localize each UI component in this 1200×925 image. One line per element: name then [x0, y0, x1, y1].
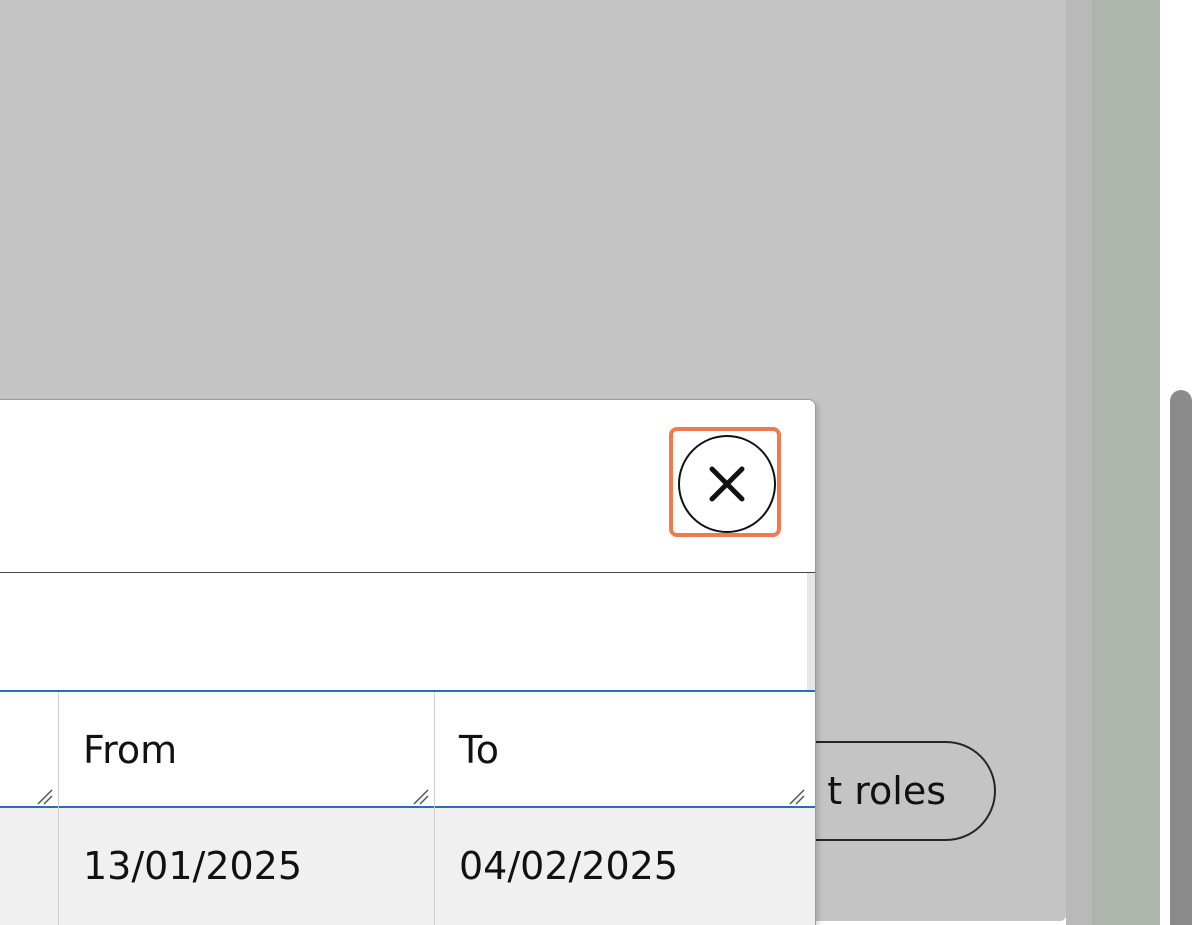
close-x-icon: [709, 466, 745, 502]
dialog-filter-area: [0, 573, 815, 690]
side-panel-strip: [1092, 0, 1160, 925]
screen: t roles From To 13/01/2025 04/02/2025: [0, 0, 1200, 925]
column-divider: [434, 692, 435, 808]
page-scrollbar-thumb[interactable]: [1170, 390, 1192, 925]
column-resize-grip-icon[interactable]: [788, 788, 806, 806]
column-resize-grip-icon[interactable]: [36, 788, 54, 806]
table-row[interactable]: 13/01/2025 04/02/2025: [0, 808, 815, 925]
column-resize-grip-icon[interactable]: [412, 788, 430, 806]
column-header-from[interactable]: From: [83, 728, 177, 772]
column-divider: [58, 692, 59, 808]
dialog: From To 13/01/2025 04/02/2025: [0, 399, 816, 925]
cell-from: 13/01/2025: [83, 844, 303, 888]
column-divider: [58, 808, 59, 925]
cell-to: 04/02/2025: [459, 844, 679, 888]
backdrop-edge: [1066, 0, 1092, 925]
table-header-row: From To: [0, 690, 815, 808]
column-divider: [434, 808, 435, 925]
column-header-to[interactable]: To: [459, 728, 499, 772]
close-button[interactable]: [678, 435, 776, 533]
